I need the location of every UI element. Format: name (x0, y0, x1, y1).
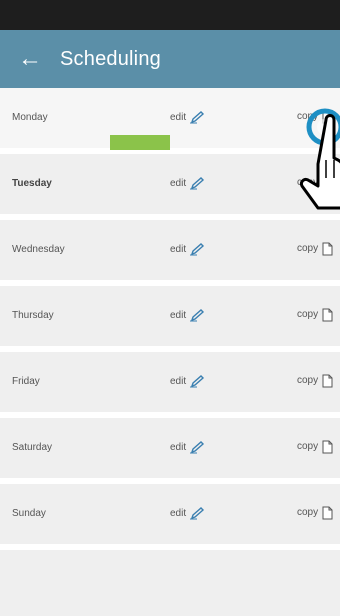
copy-icon (321, 372, 335, 388)
edit-label: edit (170, 441, 187, 453)
list-item: Wednesday edit copy (0, 220, 340, 286)
app-bar: ← Scheduling (0, 30, 340, 88)
edit-button[interactable]: edit (170, 308, 206, 322)
edit-button[interactable]: edit (170, 110, 206, 124)
pencil-icon (190, 374, 206, 388)
day-label: Tuesday (12, 178, 52, 189)
page-title: Scheduling (60, 47, 161, 70)
copy-button[interactable]: copy (297, 372, 335, 388)
copy-label: copy (297, 242, 319, 254)
copy-icon (321, 240, 335, 256)
schedule-list: Monday edit copy Tuesday edit copy (0, 88, 340, 616)
edit-button[interactable]: edit (170, 506, 206, 520)
day-label: Monday (12, 112, 48, 123)
edit-button[interactable]: edit (170, 242, 206, 256)
copy-button[interactable]: copy (297, 240, 335, 256)
pencil-icon (190, 176, 206, 190)
list-item: Tuesday edit copy (0, 154, 340, 220)
copy-label: copy (297, 308, 319, 320)
copy-button[interactable]: copy (297, 504, 335, 520)
edit-button[interactable]: edit (170, 176, 206, 190)
day-label: Friday (12, 376, 40, 387)
back-button[interactable]: ← (0, 47, 60, 71)
pencil-icon (190, 308, 206, 322)
edit-button[interactable]: edit (170, 440, 206, 454)
copy-icon (321, 504, 335, 520)
copy-label: copy (297, 440, 319, 452)
day-label: Saturday (12, 442, 53, 453)
edit-label: edit (170, 243, 187, 255)
list-item: Friday edit copy (0, 352, 340, 418)
edit-label: edit (170, 375, 187, 387)
pencil-icon (190, 506, 206, 520)
pencil-icon (190, 110, 206, 124)
list-item-empty (0, 550, 340, 616)
edit-label: edit (170, 111, 187, 123)
edit-label: edit (170, 507, 187, 519)
edit-label: edit (170, 309, 187, 321)
pencil-icon (190, 242, 206, 256)
day-label: Wednesday (12, 244, 65, 255)
copy-label: copy (297, 506, 319, 518)
copy-label: copy (297, 374, 319, 386)
list-item: Sunday edit copy (0, 484, 340, 550)
status-bar (0, 0, 340, 30)
day-label: Thursday (12, 310, 54, 321)
arrow-left-icon: ← (18, 45, 42, 72)
list-item: Monday edit copy (0, 88, 340, 154)
list-item: Saturday edit copy (0, 418, 340, 484)
selection-indicator (110, 135, 170, 150)
copy-button[interactable]: copy (297, 438, 335, 454)
pencil-icon (190, 440, 206, 454)
copy-button[interactable]: copy (297, 306, 335, 322)
edit-button[interactable]: edit (170, 374, 206, 388)
copy-icon (321, 306, 335, 322)
list-item: Thursday edit copy (0, 286, 340, 352)
hand-pointer-icon (296, 108, 340, 218)
day-label: Sunday (12, 508, 46, 519)
copy-icon (321, 438, 335, 454)
edit-label: edit (170, 177, 187, 189)
